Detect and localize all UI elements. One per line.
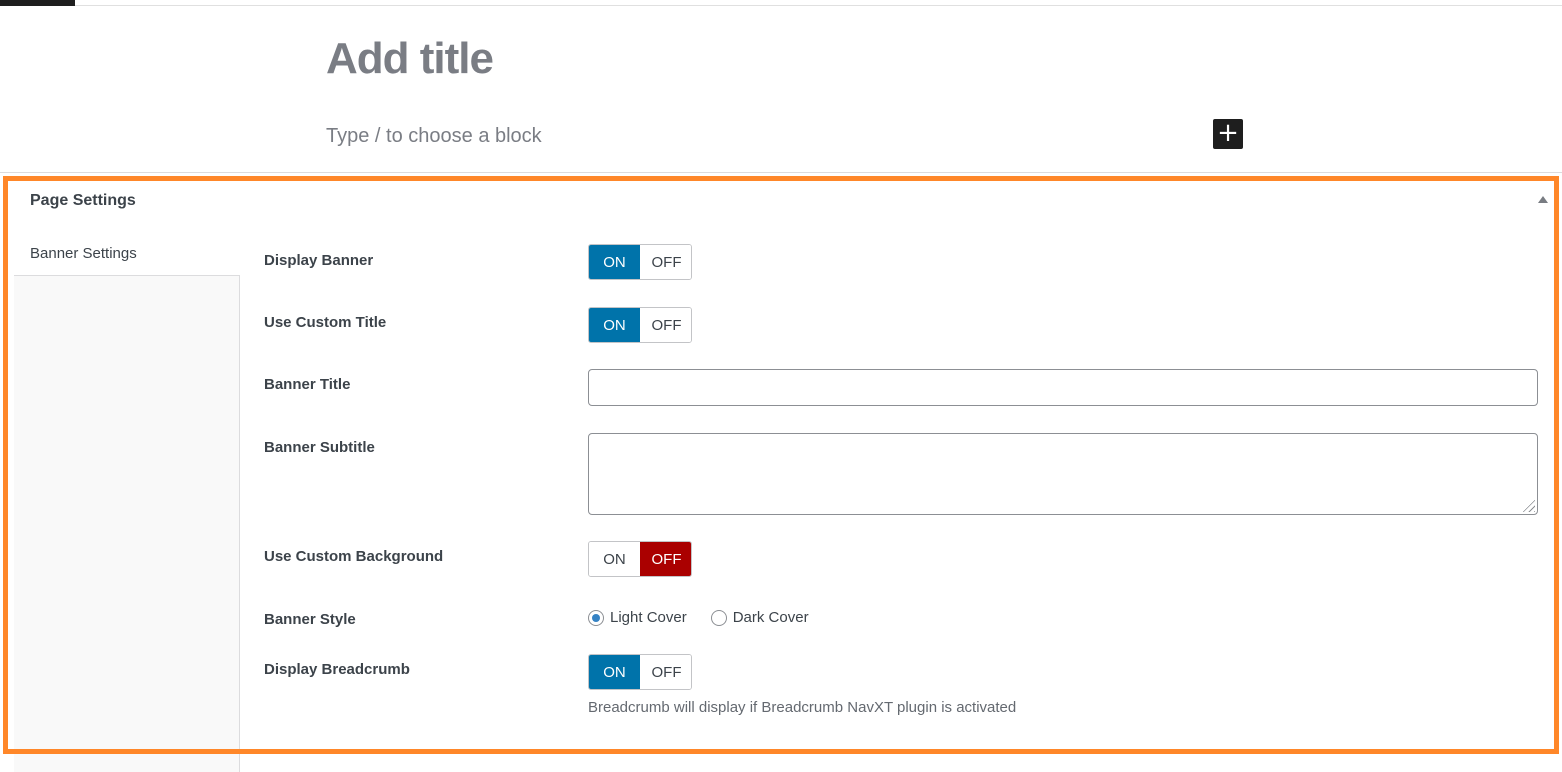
block-appender[interactable]: Type / to choose a block (326, 125, 542, 148)
page-settings-metabox: Page Settings Banner Settings Display Ba… (14, 180, 1554, 772)
editor-divider (0, 172, 1562, 173)
banner-title-input[interactable] (588, 369, 1538, 406)
radio-dark-cover-label[interactable]: Dark Cover (733, 609, 809, 626)
display-banner-toggle[interactable]: ON OFF (588, 244, 692, 280)
post-title-input[interactable]: Add title (326, 34, 494, 84)
breadcrumb-hint: Breadcrumb will display if Breadcrumb Na… (588, 699, 1017, 716)
triangle-up-icon[interactable] (1538, 196, 1548, 203)
display-banner-on[interactable]: ON (589, 245, 640, 279)
resize-handle-icon[interactable] (1521, 498, 1535, 512)
use-custom-background-on[interactable]: ON (589, 542, 640, 576)
use-custom-title-off[interactable]: OFF (640, 308, 691, 342)
radio-light-cover-label[interactable]: Light Cover (610, 609, 687, 626)
radio-light-cover[interactable] (588, 609, 604, 626)
display-banner-off[interactable]: OFF (640, 245, 691, 279)
tab-banner-settings[interactable]: Banner Settings (14, 238, 240, 276)
toolbar-divider (75, 5, 1562, 6)
use-custom-background-toggle[interactable]: ON OFF (588, 541, 692, 577)
radio-dark-cover[interactable] (710, 609, 727, 626)
banner-title-label: Banner Title (264, 376, 351, 393)
plus-icon: + (1217, 118, 1239, 148)
banner-style-radio-group: Light Cover Dark Cover (588, 609, 833, 626)
display-breadcrumb-toggle[interactable]: ON OFF (588, 654, 692, 690)
use-custom-background-off[interactable]: OFF (640, 542, 691, 576)
use-custom-title-on[interactable]: ON (589, 308, 640, 342)
add-block-button[interactable]: + (1213, 119, 1243, 149)
use-custom-title-label: Use Custom Title (264, 314, 387, 331)
display-banner-label: Display Banner (264, 252, 374, 269)
display-breadcrumb-on[interactable]: ON (589, 655, 640, 689)
banner-style-label: Banner Style (264, 611, 356, 628)
toolbar-active-indicator (0, 0, 75, 6)
sidebar-background (14, 276, 240, 772)
display-breadcrumb-off[interactable]: OFF (640, 655, 691, 689)
metabox-sidebar: Banner Settings (14, 238, 240, 772)
banner-subtitle-textarea[interactable] (588, 433, 1538, 515)
use-custom-background-label: Use Custom Background (264, 548, 444, 565)
display-breadcrumb-label: Display Breadcrumb (264, 661, 410, 678)
metabox-title: Page Settings (30, 192, 136, 209)
use-custom-title-toggle[interactable]: ON OFF (588, 307, 692, 343)
banner-subtitle-label: Banner Subtitle (264, 439, 375, 456)
